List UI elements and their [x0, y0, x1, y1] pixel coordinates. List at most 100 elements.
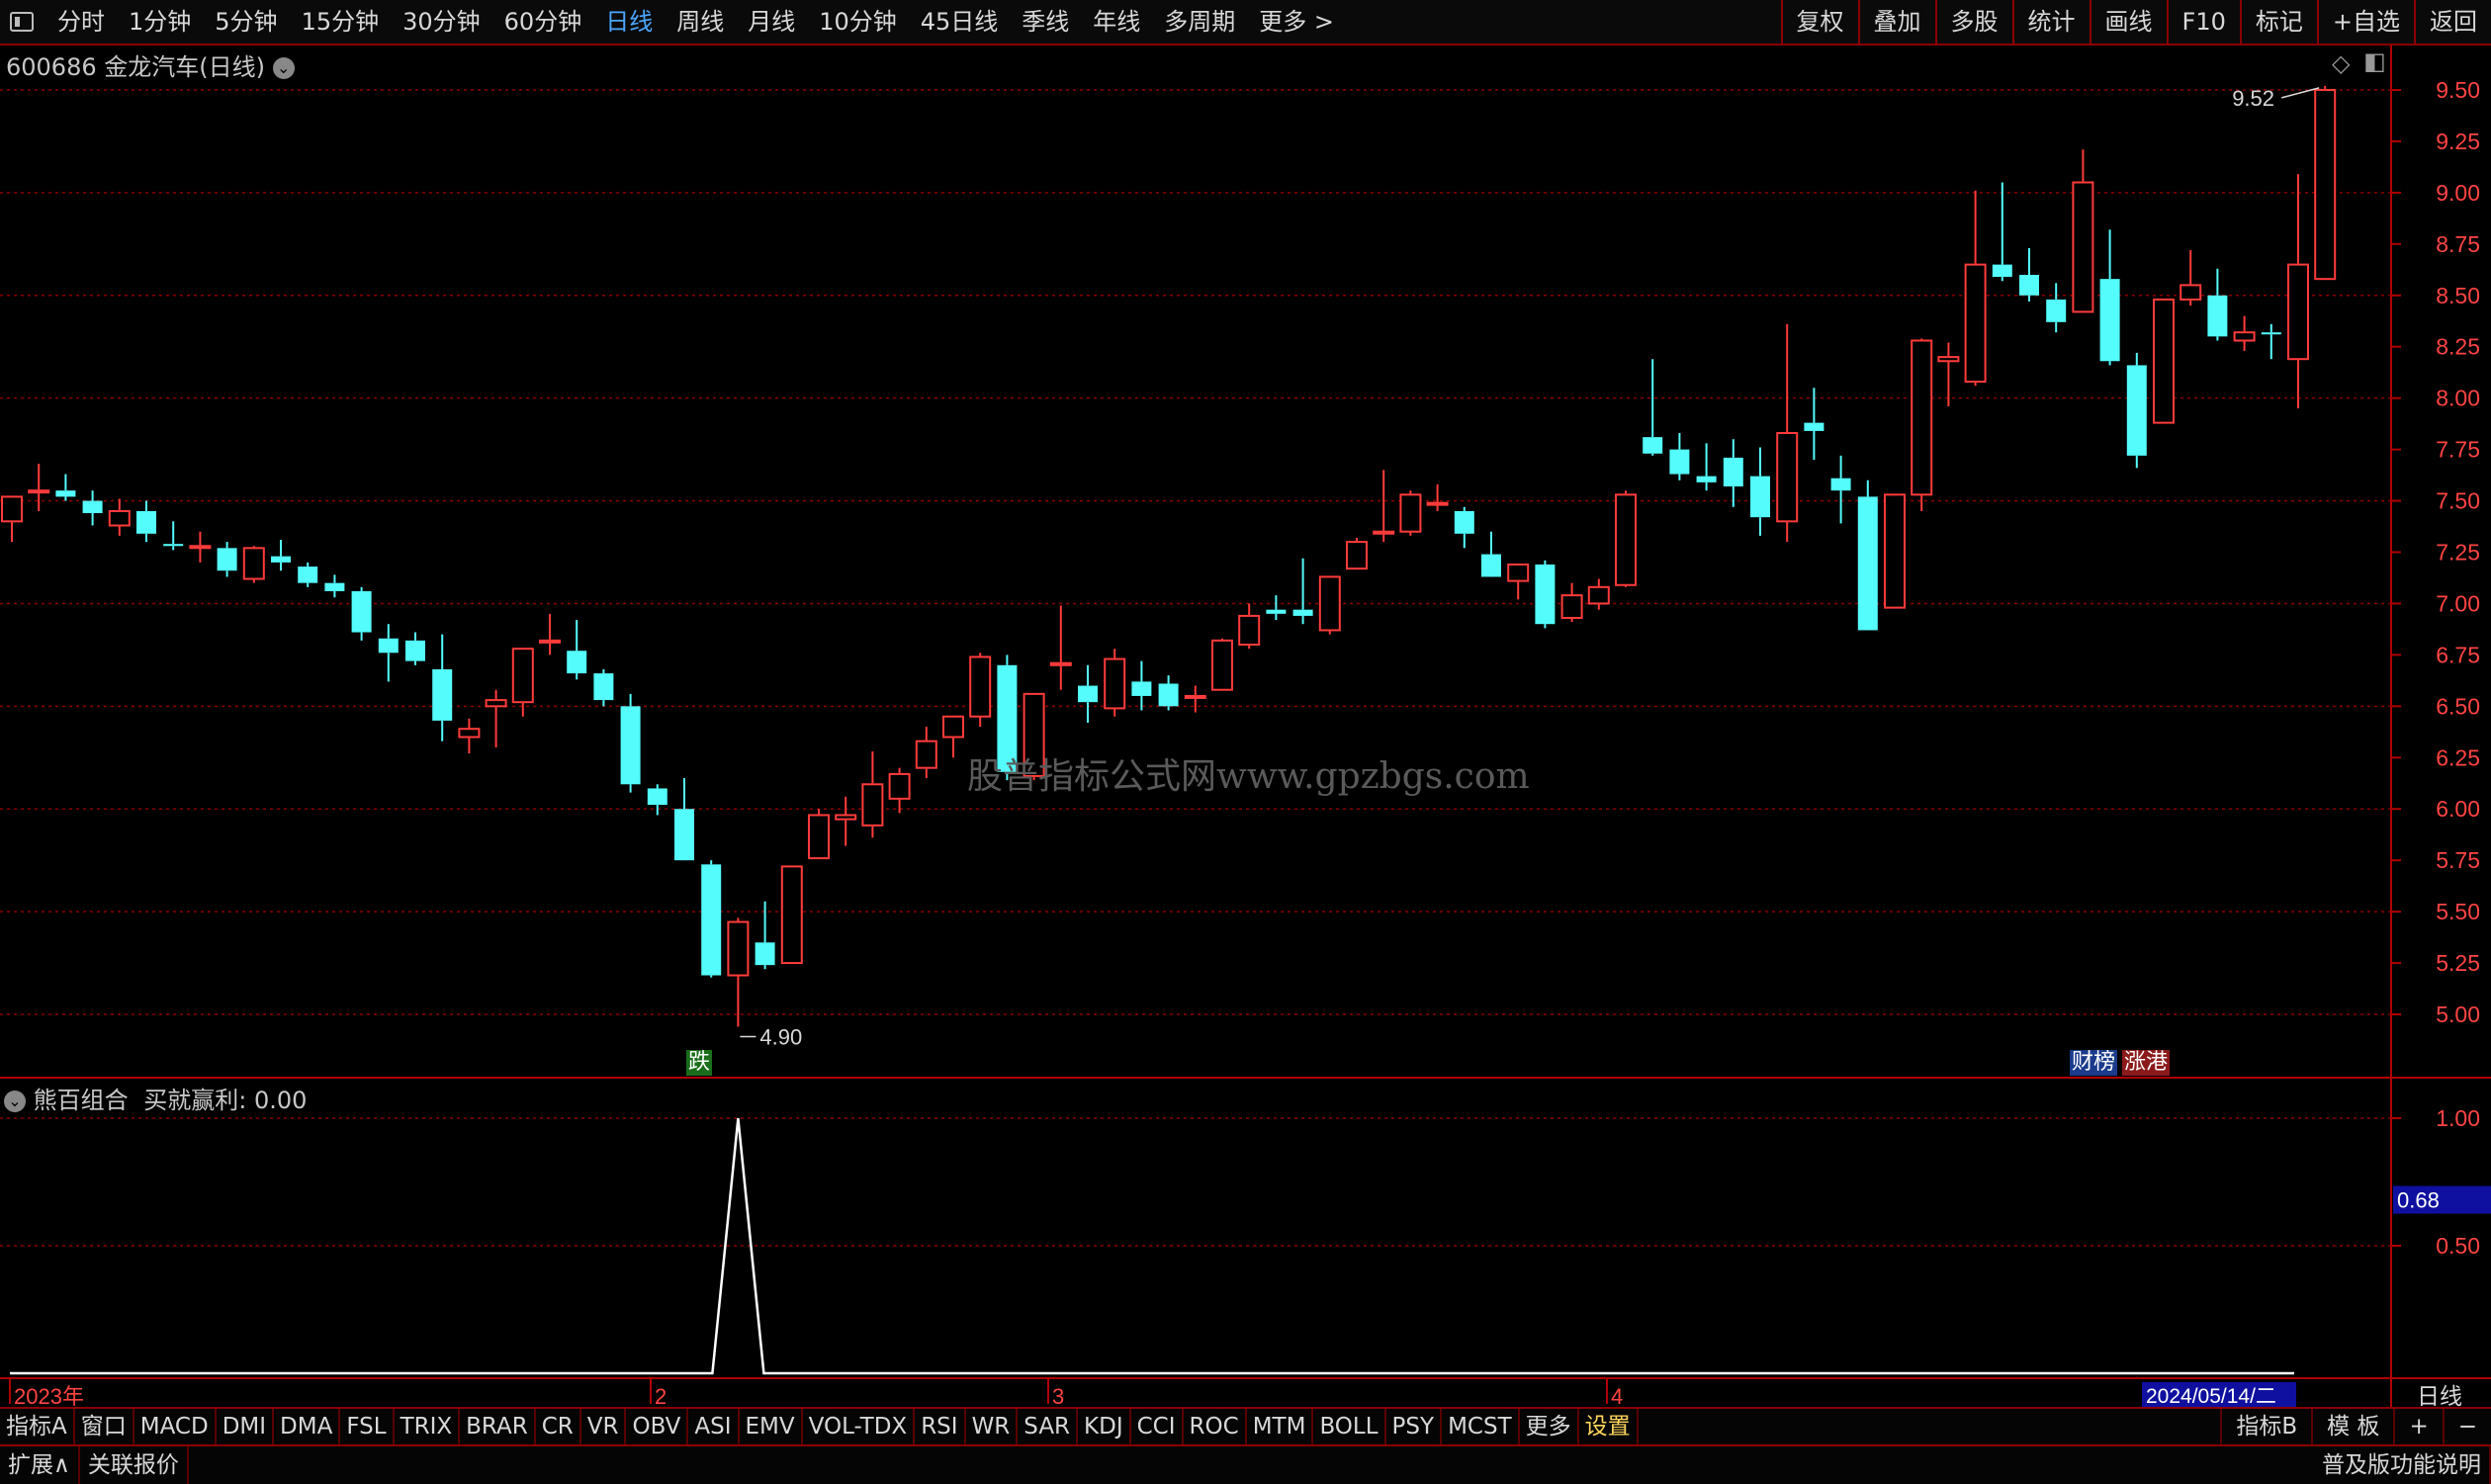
toolbar-button-4[interactable]: 画线 [2089, 0, 2167, 44]
indicator-tab-15[interactable]: WR [966, 1409, 1019, 1444]
candle-body-up [780, 865, 803, 965]
toolbar-button-8[interactable]: 返回 [2414, 0, 2491, 44]
candle-body-up [2287, 263, 2309, 361]
toolbar-button-2[interactable]: 多股 [1934, 0, 2012, 44]
period-tab-7[interactable]: 周线 [665, 0, 736, 44]
period-tab-12[interactable]: 年线 [1081, 0, 1152, 44]
price-tick-label: 7.00 [2436, 590, 2480, 616]
indicator-tab-0[interactable]: 指标A [0, 1409, 75, 1444]
indicator-tab-6[interactable]: TRIX [395, 1409, 461, 1444]
period-tab-1[interactable]: 1分钟 [117, 0, 203, 44]
indicator-tab-4[interactable]: DMA [274, 1409, 341, 1444]
indicator-tab-23[interactable]: MCST [1442, 1409, 1520, 1444]
status-button-0[interactable]: 扩展∧ [0, 1446, 80, 1484]
toolbar-right-buttons: 复权 叠加 多股 统计 画线 F10 标记 +自选 返回 [1780, 0, 2491, 44]
toolbar-button-3[interactable]: 统计 [2011, 0, 2090, 44]
candle-body-down [1696, 476, 1717, 482]
period-tab-6[interactable]: 日线 [593, 0, 665, 44]
dropdown-circle-icon[interactable]: ⌄ [4, 1091, 26, 1112]
period-tab-5[interactable]: 60分钟 [492, 0, 594, 44]
indicator-tab-19[interactable]: ROC [1184, 1409, 1247, 1444]
candle-body-up [835, 814, 857, 821]
indicator-tab-25[interactable]: 设置 [1579, 1409, 1639, 1444]
period-tab-11[interactable]: 季线 [1010, 0, 1081, 44]
indicator-right-button-3[interactable]: − [2442, 1409, 2491, 1444]
candle-body-down [271, 556, 291, 563]
indicator-right-button-1[interactable]: 模 板 [2311, 1409, 2393, 1444]
candle-body-up [539, 639, 561, 644]
indicator-tab-20[interactable]: MTM [1247, 1409, 1314, 1444]
status-button-1[interactable]: 关联报价 [80, 1446, 189, 1484]
period-tab-13[interactable]: 多周期 [1152, 0, 1247, 44]
toolbar-button-6[interactable]: 标记 [2239, 0, 2317, 44]
period-tabs: 分时 1分钟 5分钟 15分钟 30分钟 60分钟 日线 周线 月线 10分钟 45日线 季线 年线 多周… [45, 0, 1346, 44]
price-tick-label: 9.00 [2436, 180, 2480, 206]
signal-tag: 跌 [686, 1050, 713, 1076]
indicator-right-button-2[interactable]: + [2393, 1409, 2442, 1444]
caibang-tag[interactable]: 财榜 [2070, 1050, 2118, 1076]
indicator-tab-7[interactable]: BRAR [460, 1409, 536, 1444]
indicator-tab-12[interactable]: EMV [740, 1409, 803, 1444]
candle-body-up [1615, 493, 1637, 586]
period-tab-2[interactable]: 5分钟 [203, 0, 289, 44]
indicator-right-button-0[interactable]: 指标B [2220, 1409, 2311, 1444]
status-row: 扩展∧ 关联报价 普及版功能说明 [0, 1444, 2491, 1484]
period-tab-8[interactable]: 月线 [736, 0, 807, 44]
chart-area[interactable]: 9.50 9.25 9.00 8.75 8.50 8.25 8.00 7.75 7.50 7.25… [0, 45, 2491, 1407]
indicator-name: 熊百组合 [33, 1087, 129, 1114]
indicator-tab-24[interactable]: 更多 [1520, 1409, 1579, 1444]
toolbar-button-1[interactable]: 叠加 [1857, 0, 1935, 44]
indicator-tab-14[interactable]: RSI [915, 1409, 966, 1444]
indicator-tab-21[interactable]: BOLL [1313, 1409, 1386, 1444]
candle-body-up [1238, 614, 1261, 647]
candle-body-down [432, 668, 453, 721]
price-tick-label: 6.75 [2436, 642, 2480, 667]
candle-body-up [969, 655, 992, 718]
price-tick-label: 7.75 [2436, 437, 2480, 463]
candle-body-up [727, 920, 750, 977]
indicator-tab-18[interactable]: CCI [1131, 1409, 1184, 1444]
toolbar-button-5[interactable]: F10 [2166, 0, 2240, 44]
indicator-tab-2[interactable]: MACD [134, 1409, 217, 1444]
indicator-tab-17[interactable]: KDJ [1078, 1409, 1131, 1444]
indicator-tab-11[interactable]: ASI [688, 1409, 740, 1444]
dropdown-circle-icon[interactable]: ⌄ [272, 57, 295, 79]
indicator-tab-13[interactable]: VOL-TDX [803, 1409, 916, 1444]
indicator-tab-9[interactable]: VR [581, 1409, 627, 1444]
period-tab-14[interactable]: 更多 > [1247, 0, 1346, 44]
diamond-icon[interactable]: ◇ [2332, 49, 2350, 77]
indicator-tab-16[interactable]: SAR [1018, 1409, 1079, 1444]
candle-body-up [1560, 594, 1583, 619]
candle-body-down [217, 548, 237, 571]
period-tab-9[interactable]: 10分钟 [807, 0, 909, 44]
period-tab-0[interactable]: 分时 [45, 0, 117, 44]
zhanggang-tag[interactable]: 涨港 [2122, 1050, 2171, 1076]
indicator-tab-right: 指标B 模 板 + − [2220, 1409, 2491, 1444]
candle-body-down [82, 500, 103, 514]
candle-body-down [2099, 279, 2120, 362]
candle-body-down [1669, 449, 1690, 475]
indicator-tab-1[interactable]: 窗口 [75, 1409, 134, 1444]
indicator-tick-label: 0.50 [2436, 1233, 2480, 1259]
toolbar-button-0[interactable]: 复权 [1780, 0, 1858, 44]
period-tab-3[interactable]: 15分钟 [290, 0, 392, 44]
panel-icon[interactable]: ◧ [2363, 47, 2386, 75]
period-tab-4[interactable]: 30分钟 [391, 0, 492, 44]
candle-body-down [405, 640, 425, 661]
candle-body-down [1643, 437, 1663, 454]
candle-body-down [755, 942, 775, 966]
toolbar-button-7[interactable]: +自选 [2316, 0, 2414, 44]
window-toggle-icon[interactable] [10, 12, 34, 32]
high-price-label: 9.52 [2232, 86, 2274, 111]
price-tick-label: 6.50 [2436, 693, 2480, 719]
indicator-tab-3[interactable]: DMI [217, 1409, 275, 1444]
candle-body-down [2126, 365, 2147, 456]
help-link[interactable]: 普及版功能说明 [2314, 1446, 2491, 1484]
indicator-tab-8[interactable]: CR [536, 1409, 581, 1444]
indicator-tab-10[interactable]: OBV [626, 1409, 689, 1444]
candle-body-down [1266, 609, 1287, 614]
candle-body-up [1426, 501, 1449, 506]
indicator-tab-5[interactable]: FSL [340, 1409, 395, 1444]
period-tab-10[interactable]: 45日线 [909, 0, 1011, 44]
indicator-tab-22[interactable]: PSY [1386, 1409, 1443, 1444]
